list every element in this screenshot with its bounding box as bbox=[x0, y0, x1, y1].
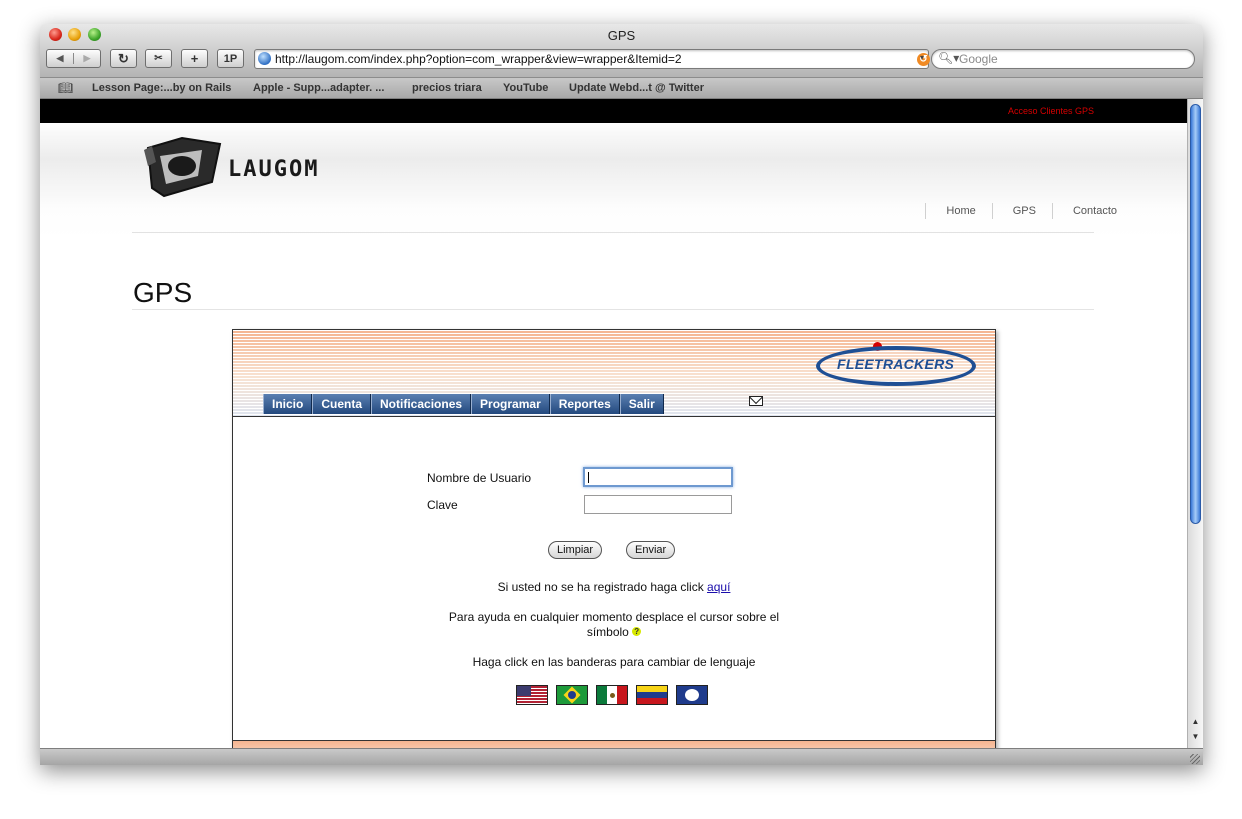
register-line: Si usted no se ha registrado haga click … bbox=[233, 580, 995, 594]
reload-icon: ↻ bbox=[118, 50, 129, 66]
puerto-rico-flag-icon[interactable] bbox=[676, 685, 708, 705]
window-title: GPS bbox=[607, 28, 636, 43]
bookmark-item[interactable]: Update Webd...t @ Twitter bbox=[569, 82, 704, 94]
help-text-line-2: símbolo ? bbox=[233, 625, 995, 639]
bookmark-item[interactable]: YouTube bbox=[503, 82, 548, 94]
clear-button[interactable]: Limpiar bbox=[548, 541, 603, 559]
browser-window: GPS ◀ ▶ ↻ ✂ + 1P http://laugom.com/index… bbox=[40, 24, 1203, 765]
us-flag-icon[interactable] bbox=[516, 685, 548, 705]
bookmark-item[interactable]: Apple - Supp...adapter. ... bbox=[253, 82, 384, 94]
nav-home[interactable]: Home bbox=[925, 203, 991, 219]
title-divider bbox=[132, 309, 1094, 310]
scroll-down-icon[interactable]: ▼ bbox=[1188, 730, 1203, 744]
bookmark-item[interactable]: precios triara bbox=[412, 82, 482, 94]
add-bookmark-button[interactable]: + bbox=[181, 49, 208, 68]
fleetrackers-frame: FLEETRACKERS Inicio Cuenta Notificacione… bbox=[232, 329, 996, 748]
brazil-flag-icon[interactable] bbox=[556, 685, 588, 705]
bookmark-item[interactable]: Lesson Page:...by on Rails bbox=[92, 82, 231, 94]
tab-inicio[interactable]: Inicio bbox=[263, 394, 313, 414]
language-text: Haga click en las banderas para cambiar … bbox=[472, 655, 756, 669]
page-title: GPS bbox=[133, 277, 193, 308]
mexico-flag-icon[interactable] bbox=[596, 685, 628, 705]
help-text-symbol: símbolo bbox=[586, 625, 629, 639]
snapback-icon: ✂ bbox=[154, 53, 163, 64]
reload-button[interactable]: ↻ bbox=[110, 49, 137, 68]
register-text: Si usted no se ha registrado haga click bbox=[497, 580, 704, 594]
nav-gps[interactable]: GPS bbox=[991, 203, 1052, 219]
search-placeholder: Google bbox=[959, 52, 998, 66]
fleetrackers-header: FLEETRACKERS Inicio Cuenta Notificacione… bbox=[233, 330, 995, 417]
help-text-line-1: Para ayuda en cualquier momento desplace… bbox=[448, 610, 780, 624]
url-dropdown-icon[interactable]: ▾ bbox=[920, 53, 924, 62]
header-divider bbox=[132, 232, 1094, 233]
snapback-button[interactable]: ✂ bbox=[145, 49, 172, 68]
search-field[interactable]: 🔍︎▾ Google bbox=[931, 49, 1195, 69]
tab-reportes[interactable]: Reportes bbox=[549, 394, 620, 414]
globe-icon bbox=[258, 52, 271, 65]
tab-notificaciones[interactable]: Notificaciones bbox=[371, 394, 472, 414]
back-forward-buttons[interactable]: ◀ ▶ bbox=[46, 49, 101, 68]
username-input[interactable] bbox=[583, 467, 733, 487]
scroll-up-icon[interactable]: ▲ bbox=[1188, 715, 1203, 729]
address-bar[interactable]: http://laugom.com/index.php?option=com_w… bbox=[254, 49, 930, 69]
resize-grip-icon[interactable] bbox=[1190, 754, 1200, 764]
venezuela-flag-icon[interactable] bbox=[636, 685, 668, 705]
laugom-logo-icon[interactable] bbox=[142, 132, 232, 204]
fleetrackers-nav: Inicio Cuenta Notificaciones Programar R… bbox=[263, 394, 664, 414]
site-nav: Home GPS Contacto bbox=[925, 203, 1133, 219]
bookmarks-bar: 📖︎ Lesson Page:...by on Rails Apple - Su… bbox=[40, 78, 1203, 99]
onepassword-label: 1P bbox=[223, 52, 238, 65]
username-label: Nombre de Usuario bbox=[427, 471, 532, 485]
submit-button[interactable]: Enviar bbox=[626, 541, 676, 559]
status-bar bbox=[40, 748, 1203, 765]
forward-arrow-icon[interactable]: ▶ bbox=[73, 53, 100, 64]
tab-salir[interactable]: Salir bbox=[619, 394, 664, 414]
help-question-icon[interactable]: ? bbox=[632, 627, 642, 636]
url-text[interactable]: http://laugom.com/index.php?option=com_w… bbox=[275, 52, 682, 66]
password-input[interactable] bbox=[584, 495, 732, 514]
fleetrackers-brand: FLEETRACKERS bbox=[837, 356, 955, 372]
search-icon: 🔍︎▾ bbox=[938, 51, 960, 65]
mail-icon[interactable] bbox=[749, 396, 763, 406]
add-label: + bbox=[190, 51, 199, 66]
nav-contacto[interactable]: Contacto bbox=[1051, 203, 1133, 219]
tab-programar[interactable]: Programar bbox=[471, 394, 550, 414]
register-link[interactable]: aquí bbox=[707, 580, 730, 594]
logo-wordmark: LAUGOM bbox=[228, 157, 320, 182]
site-topbar: Acceso Clientes GPS bbox=[40, 99, 1187, 123]
password-label: Clave bbox=[427, 498, 458, 512]
onepassword-button[interactable]: 1P bbox=[217, 49, 244, 68]
back-arrow-icon[interactable]: ◀ bbox=[47, 53, 73, 64]
tab-cuenta[interactable]: Cuenta bbox=[312, 394, 372, 414]
scrollbar-thumb[interactable] bbox=[1190, 104, 1201, 524]
page-content: Acceso Clientes GPS LAUGOM Home GPS Cont… bbox=[40, 99, 1187, 748]
client-access-link[interactable]: Acceso Clientes GPS bbox=[1008, 106, 1094, 116]
fleetrackers-footer bbox=[233, 740, 995, 748]
title-toolbar: GPS ◀ ▶ ↻ ✂ + 1P http://laugom.com/index… bbox=[40, 24, 1203, 78]
bookmarks-book-icon[interactable]: 📖︎ bbox=[58, 81, 73, 95]
vertical-scrollbar[interactable]: ▲ ▼ bbox=[1187, 99, 1203, 748]
